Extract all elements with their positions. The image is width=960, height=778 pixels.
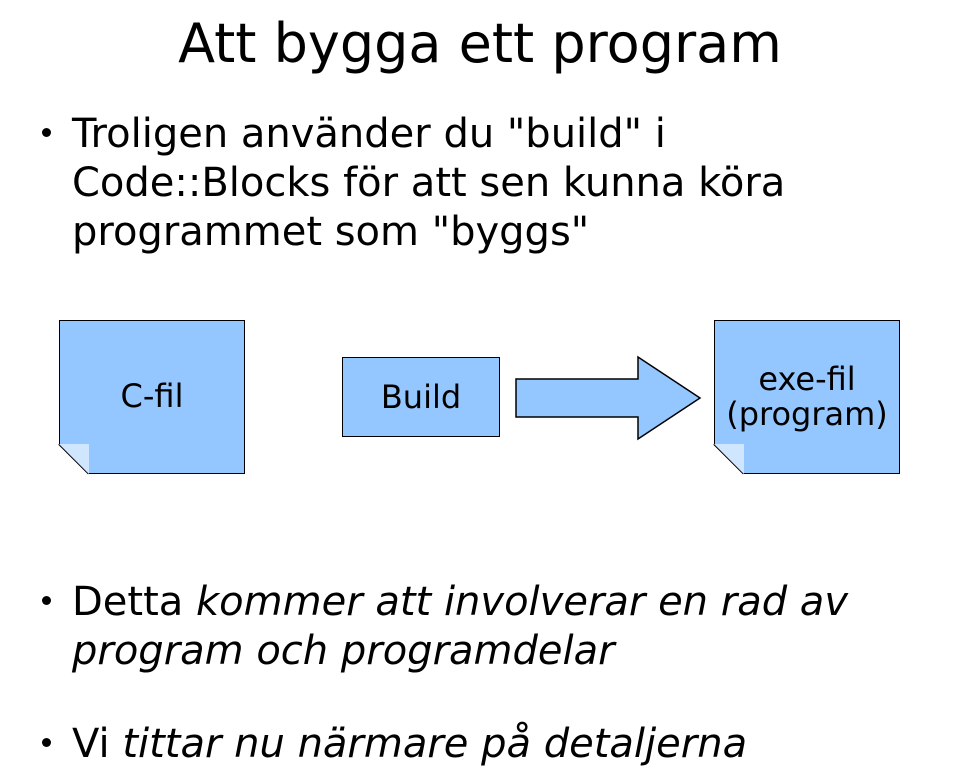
build-label: Build	[381, 378, 461, 416]
cfile-note: C-fil	[59, 320, 245, 474]
cfile-label: C-fil	[121, 379, 184, 414]
build-diagram: C-fil Build exe-fil (program)	[0, 310, 960, 530]
exefile-line2: (program)	[726, 397, 888, 432]
bullet-2-prefix: Detta	[72, 579, 196, 625]
page-title: Att bygga ett program	[0, 12, 960, 75]
bullet-dot	[42, 128, 51, 137]
bullet-1: Troligen använder du "build" i Code::Blo…	[42, 110, 912, 256]
bullet-2: Detta kommer att involverar en rad av pr…	[42, 578, 912, 676]
build-box: Build	[342, 357, 500, 437]
bullet-3-italic: tittar nu närmare på detaljerna	[122, 721, 747, 767]
bullet-3: Vi tittar nu närmare på detaljerna	[42, 720, 912, 769]
note-fold	[714, 444, 744, 474]
bullet-dot	[42, 738, 51, 747]
exefile-line1: exe-fil	[758, 362, 855, 397]
arrow-build-to-exe	[508, 343, 708, 453]
bullet-dot	[42, 596, 51, 605]
note-fold	[59, 444, 89, 474]
exefile-note: exe-fil (program)	[714, 320, 900, 474]
bullet-3-prefix: Vi	[72, 721, 122, 767]
bullet-1-text: Troligen använder du "build" i Code::Blo…	[72, 111, 785, 255]
